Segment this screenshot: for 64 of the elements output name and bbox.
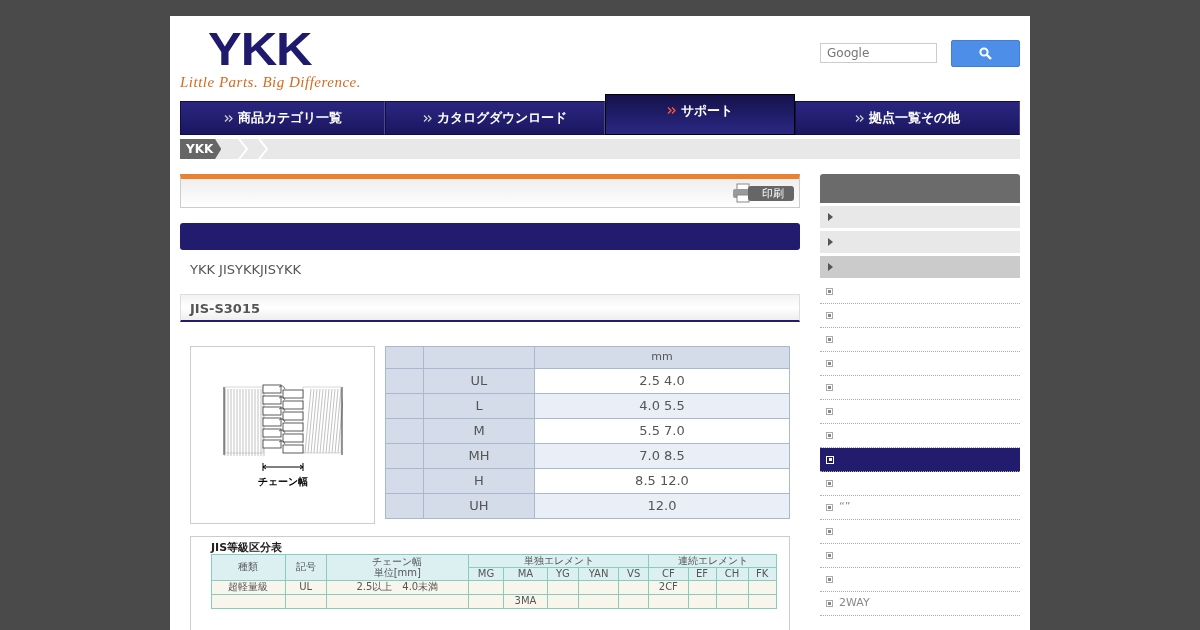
bullet-icon [826,480,833,487]
nav-tab[interactable]: サポート [605,94,795,135]
table-cell: 2.5 4.0 [534,368,790,393]
table-title: JIS等級区分表 [211,540,284,554]
table-cell: 7.0 8.5 [534,443,790,468]
table-cell: UL [423,368,535,393]
table-cell [385,468,424,493]
nav-tab[interactable]: カタログダウンロード [385,101,605,135]
chevron-icon [667,107,676,114]
sidebar-item[interactable] [820,448,1020,472]
table-cell: 8.5 12.0 [534,468,790,493]
table-header: 種類 [211,554,286,580]
table-cell: MH [423,443,535,468]
triangle-icon [828,238,833,246]
table-cell: 4.0 5.5 [534,393,790,418]
logo[interactable]: YKK [208,28,312,70]
table-cell: UH [423,493,535,518]
table-cell [385,393,424,418]
bullet-icon [826,552,833,559]
bullet-icon [826,360,833,367]
table-cell [385,443,424,468]
bullet-icon [826,384,833,391]
search-button[interactable] [951,40,1020,67]
bullet-icon [826,432,833,439]
triangle-icon [828,263,833,271]
table-cell: L [423,393,535,418]
sidebar-item[interactable]: “” [820,496,1020,520]
bullet-icon [826,336,833,343]
table-header: 連続エレメント [648,554,777,567]
table-cell [385,368,424,393]
table-cell: H [423,468,535,493]
bullet-icon [826,504,833,511]
chevron-icon [855,114,864,122]
sidebar-item[interactable]: 2WAY [820,592,1020,616]
table-cell [385,418,424,443]
bullet-icon [826,528,833,535]
search-icon [979,47,992,60]
table-cell [385,493,424,518]
table-header: 単位[mm] [372,567,422,578]
table-cell [385,346,424,368]
triangle-icon [828,213,833,221]
table-cell: 12.0 [534,493,790,518]
table-cell: M [423,418,535,443]
tagline: Little Parts. Big Difference. [180,72,361,92]
chevron-icon [423,114,432,122]
chevron-icon [223,114,233,122]
table-header: 記号 [285,554,327,580]
table-header: チェーン幅 [371,556,424,567]
search-field[interactable]: Google [820,43,937,63]
intro-text: YKK JISYKKJISYKK [189,261,302,279]
nav-tab[interactable]: 拠点一覧その他 [795,101,1020,135]
bullet-icon [826,600,833,607]
bullet-icon [826,408,833,415]
table-cell: 5.5 7.0 [534,418,790,443]
bullet-icon [826,576,833,583]
table-header: 単独エレメント [468,554,649,567]
nav-tab[interactable]: 商品カテゴリ一覧 [180,101,385,135]
breadcrumb-link[interactable]: YKK [180,139,222,159]
table-header: mm [534,346,790,368]
figure-caption: チェーン幅 [257,474,308,489]
bullet-icon [826,312,833,319]
bullet-icon [826,455,834,464]
bullet-icon [826,288,833,295]
section-title: JIS-S3015 [180,293,800,322]
